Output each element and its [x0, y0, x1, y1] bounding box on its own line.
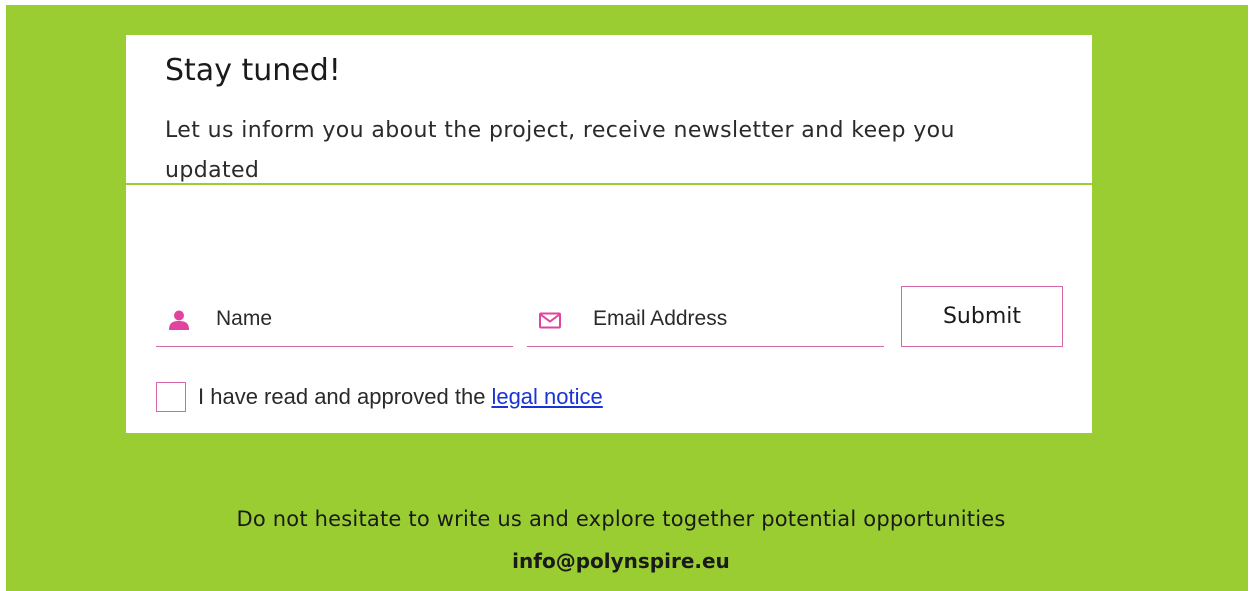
contact-cta-text: Do not hesitate to write us and explore … [236, 507, 1006, 531]
newsletter-title: Stay tuned! [165, 53, 341, 88]
contact-email: info@polynspire.eu [512, 549, 730, 573]
envelope-icon [539, 312, 561, 329]
divider [126, 183, 1092, 185]
email-input[interactable] [593, 301, 873, 337]
email-field[interactable] [527, 293, 884, 347]
consent-label: I have read and approved the [198, 384, 486, 409]
name-input[interactable] [216, 301, 496, 337]
name-field[interactable] [156, 293, 513, 347]
submit-button[interactable]: Submit [901, 286, 1063, 347]
newsletter-subtitle: Let us inform you about the project, rec… [165, 118, 955, 183]
legal-notice-link[interactable]: legal notice [491, 384, 602, 410]
user-icon [169, 310, 189, 330]
page-background: Stay tuned! Let us inform you about the … [6, 5, 1248, 591]
newsletter-card: Stay tuned! Let us inform you about the … [126, 35, 1092, 433]
consent-checkbox[interactable] [156, 382, 186, 412]
consent-row: I have read and approved the legal notic… [156, 382, 603, 412]
